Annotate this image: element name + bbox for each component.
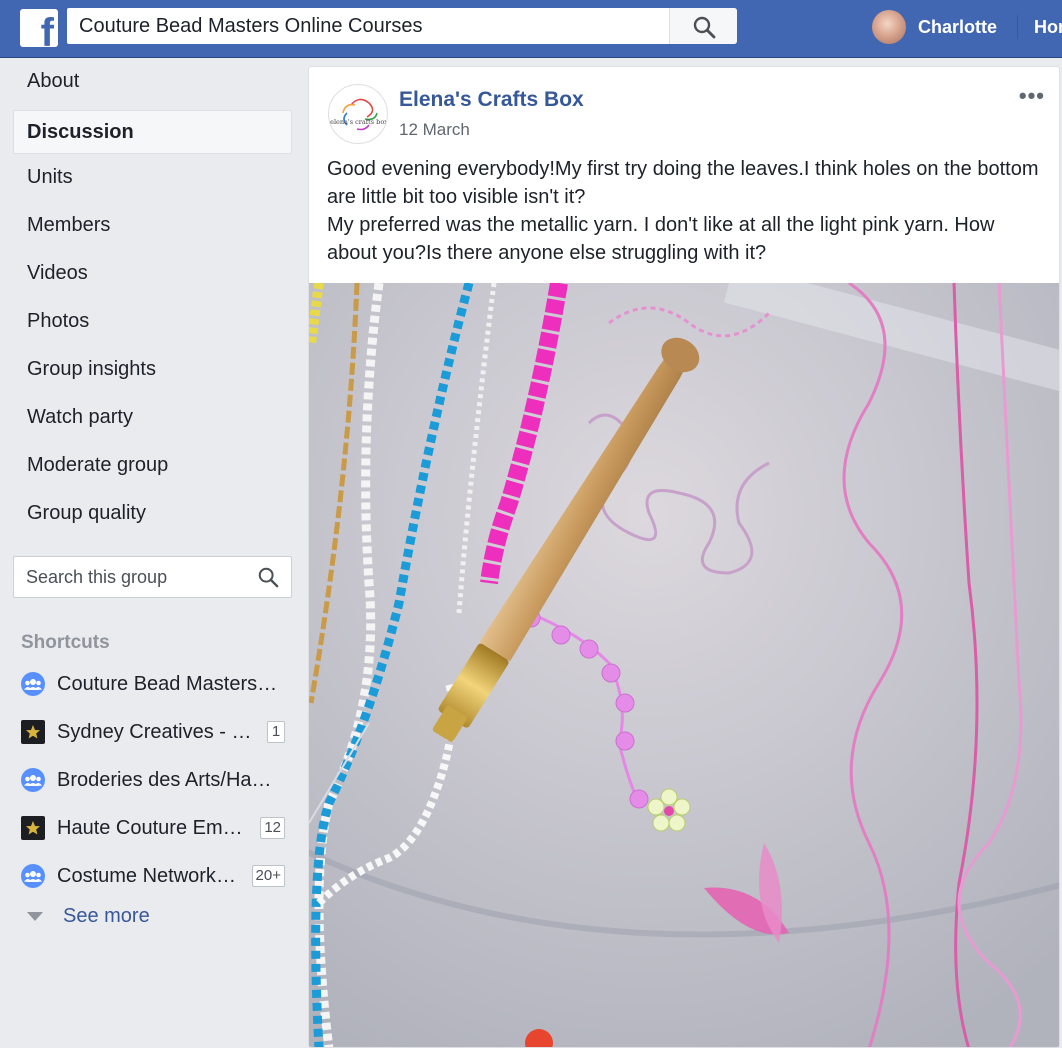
search-button[interactable] [669,8,737,44]
post-photo[interactable] [309,283,1059,1047]
group-search-input[interactable] [14,557,244,597]
post-options-icon[interactable]: ••• [1019,83,1045,109]
post-author-avatar[interactable]: elena's crafts box [328,84,388,144]
shortcuts-list: Couture Bead Masters Online Courses Sydn… [21,660,291,900]
shortcut-count-badge: 20+ [251,865,285,887]
page-star-icon [21,816,45,840]
group-icon [21,864,45,888]
shortcut-item[interactable]: Broderies des Arts/Haute Couture [21,756,291,804]
shortcut-item[interactable]: Sydney Creatives - Designers 1 [21,708,291,756]
shortcut-count-badge: 1 [267,721,285,743]
group-search-box[interactable] [13,556,292,598]
chevron-down-icon [27,912,43,921]
topbar-divider [1017,15,1018,39]
shortcut-item[interactable]: Costume Networking Group 20+ [21,852,291,900]
see-more-label[interactable]: See more [63,905,150,928]
nav-item-about[interactable]: About [13,60,292,108]
post-text-line: Good evening everybody!My first try doin… [327,158,1039,208]
nav-item-units[interactable]: Units [13,156,292,204]
nav-item-videos[interactable]: Videos [13,252,292,300]
nav-item-group-quality[interactable]: Group quality [13,492,292,540]
shortcut-label[interactable]: Costume Networking Group [57,865,239,888]
shortcut-item[interactable]: Haute Couture Embroidery 12 [21,804,291,852]
post-text-line: My preferred was the metallic yarn. I do… [327,214,995,264]
page-star-icon [21,720,45,744]
search-icon[interactable] [257,566,279,588]
user-name[interactable]: Charlotte [918,17,997,38]
svg-text:elena's crafts box: elena's crafts box [330,118,388,126]
nav-item-members[interactable]: Members [13,204,292,252]
feed-post: elena's crafts box Elena's Crafts Box 12… [308,66,1060,1048]
group-icon [21,768,45,792]
facebook-logo-icon[interactable]: f [20,9,58,47]
global-search[interactable]: Couture Bead Masters Online Courses [67,8,737,44]
nav-item-group-insights[interactable]: Group insights [13,348,292,396]
shortcuts-heading: Shortcuts [21,632,110,653]
nav-item-discussion[interactable]: Discussion [13,110,292,154]
shortcut-label[interactable]: Couture Bead Masters Online Courses [57,673,281,696]
shortcut-label[interactable]: Haute Couture Embroidery [57,817,249,840]
user-avatar[interactable] [872,10,906,44]
shortcut-item[interactable]: Couture Bead Masters Online Courses [21,660,291,708]
profile-link[interactable]: Charlotte [872,9,997,45]
post-author-name[interactable]: Elena's Crafts Box [399,88,584,112]
group-sidebar-nav: About Discussion Units Members Videos Ph… [13,60,292,540]
nav-item-photos[interactable]: Photos [13,300,292,348]
shortcut-count-badge: 12 [260,817,285,839]
embroidery-photo-image [309,283,1059,1047]
top-navigation-bar: f Couture Bead Masters Online Courses Ch… [0,0,1062,58]
post-timestamp[interactable]: 12 March [399,120,470,140]
shortcut-label[interactable]: Broderies des Arts/Haute Couture [57,769,281,792]
nav-item-moderate-group[interactable]: Moderate group [13,444,292,492]
home-link[interactable]: Home [1034,17,1062,38]
crafts-logo-icon: elena's crafts box [330,98,388,131]
nav-item-watch-party[interactable]: Watch party [13,396,292,444]
see-more-link[interactable]: See more [21,905,150,928]
global-search-input[interactable]: Couture Bead Masters Online Courses [79,8,423,44]
post-body: Good evening everybody!My first try doin… [327,155,1047,267]
search-icon [693,16,716,39]
group-icon [21,672,45,696]
shortcut-label[interactable]: Sydney Creatives - Designers [57,721,257,744]
